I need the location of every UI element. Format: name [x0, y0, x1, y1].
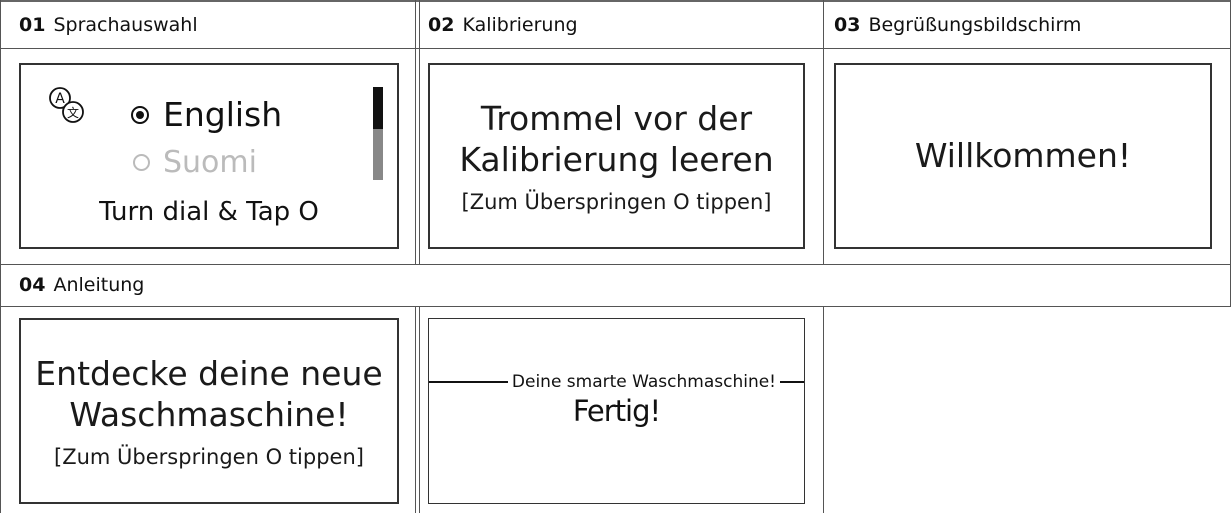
radio-selected-icon [131, 105, 149, 124]
guide-line-2: Waschmaschine! [69, 395, 349, 434]
section-title: Sprachauswahl [53, 13, 198, 36]
divider [780, 381, 804, 383]
language-option-suomi[interactable]: Suomi [131, 145, 257, 180]
grid-line [415, 0, 416, 264]
section-number: 02 [428, 13, 455, 36]
guide-done-screen: Deine smarte Waschmaschine! Fertig! [428, 318, 805, 504]
section-number: 03 [834, 13, 861, 36]
section-number: 01 [19, 13, 46, 36]
calibration-line-2: Kalibrierung leeren [459, 140, 774, 179]
grid-line [415, 306, 416, 513]
grid-line [0, 306, 1231, 307]
calibration-line-1: Trommel vor der [480, 98, 753, 138]
grid-line [0, 0, 1, 513]
grid-line [0, 48, 1231, 49]
language-option-label: Suomi [163, 145, 257, 180]
dial-hint: Turn dial & Tap O [99, 197, 319, 227]
language-selection-screen: A 文 English Suomi Turn dial & Tap O [19, 63, 399, 249]
smart-washer-title: Deine smarte Waschmaschine! [511, 372, 776, 392]
svg-text:A: A [55, 91, 65, 107]
section-title: Begrüßungsbildschirm [868, 13, 1082, 36]
section-title: Kalibrierung [462, 13, 578, 36]
welcome-screen: Willkommen! [834, 63, 1212, 249]
section-header-04: 04 Anleitung [1, 265, 1230, 306]
language-icon: A 文 [47, 85, 87, 125]
grid-line [823, 306, 824, 513]
guide-intro-screen: Entdecke deine neue Waschmaschine! [Zum … [19, 318, 399, 504]
language-option-label: English [163, 95, 283, 134]
divider [429, 381, 508, 383]
grid-line [419, 306, 420, 513]
guide-line-1: Entdecke deine neue [35, 353, 383, 393]
section-number: 04 [19, 274, 46, 296]
scrollbar[interactable] [373, 87, 383, 180]
title-row: Deine smarte Waschmaschine! [429, 372, 804, 392]
section-header-02: 02 Kalibrierung [420, 2, 823, 48]
section-header-01: 01 Sprachauswahl [1, 2, 415, 48]
svg-text:文: 文 [67, 105, 79, 120]
calibration-screen: Trommel vor der Kalibrierung leeren [Zum… [428, 63, 805, 249]
section-title: Anleitung [53, 274, 145, 296]
welcome-text: Willkommen! [914, 136, 1132, 176]
section-header-03: 03 Begrüßungsbildschirm [824, 2, 1230, 48]
document-grid: 01 Sprachauswahl 02 Kalibrierung 03 Begr… [0, 0, 1231, 513]
skip-hint: [Zum Überspringen O tippen] [461, 190, 772, 215]
scrollbar-thumb[interactable] [373, 87, 383, 129]
radio-unselected-icon [133, 154, 150, 171]
skip-hint: [Zum Überspringen O tippen] [54, 445, 364, 470]
language-option-english[interactable]: English [131, 95, 282, 134]
done-text: Fertig! [572, 394, 661, 428]
